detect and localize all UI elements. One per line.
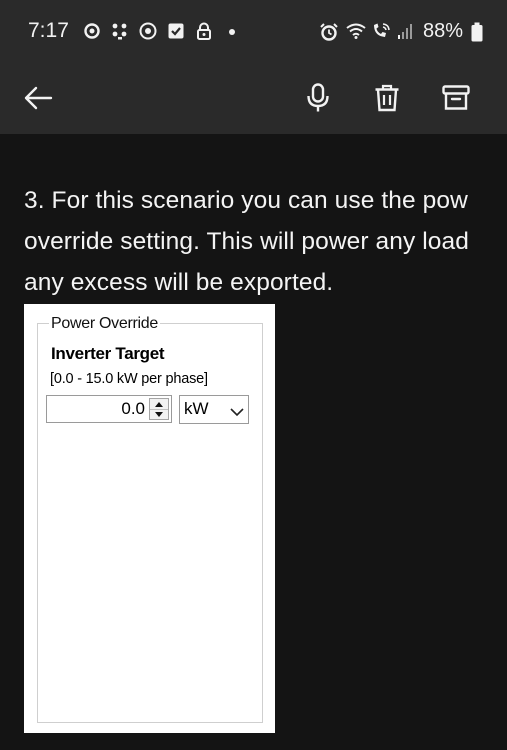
chrome-icon [139,22,157,40]
battery-icon [471,22,483,42]
note-line: override setting. This will power any lo… [24,228,469,255]
threads-icon [83,22,101,40]
microphone-icon [307,83,329,112]
trash-icon [375,84,399,112]
dots-icon [111,22,129,40]
embedded-screenshot-image[interactable]: Power Override Inverter Target [0.0 - 15… [24,304,275,733]
status-left: 7:17 [28,19,241,43]
battery-percent: 88% [422,19,463,42]
unit-value: kW [184,399,209,418]
back-arrow-icon [24,86,53,110]
dot-icon [223,22,241,40]
delete-button[interactable] [365,76,409,120]
inverter-target-value: 0.0 [121,399,145,418]
note-line: any excess will be exported. [24,269,334,296]
numeric-spinner [149,398,169,420]
lock-icon [195,22,213,40]
status-bar: 7:17 88% [0,0,507,62]
archive-button[interactable] [434,76,478,120]
note-body-text[interactable]: 3. For this scenario you can use the pow… [24,180,507,303]
back-button[interactable] [16,76,60,120]
alarm-icon [319,22,338,41]
wifi-icon [345,22,366,40]
range-text: [0.0 - 15.0 kW per phase] [50,371,208,387]
status-time: 7:17 [28,19,69,42]
status-right: 88% [319,20,483,43]
chevron-down-icon [230,404,244,422]
wifi-calling-icon [371,22,390,40]
note-line: 3. For this scenario you can use the pow [24,187,468,214]
check-icon [167,22,185,40]
inverter-target-input: 0.0 [46,395,172,423]
signal-icon [397,22,415,40]
archive-icon [442,85,470,110]
unit-select: kW [179,395,249,424]
app-bar [0,62,507,134]
group-label: Power Override [49,315,160,333]
voice-input-button[interactable] [296,76,340,120]
spin-down-icon [150,409,168,419]
inverter-target-title: Inverter Target [51,344,165,363]
